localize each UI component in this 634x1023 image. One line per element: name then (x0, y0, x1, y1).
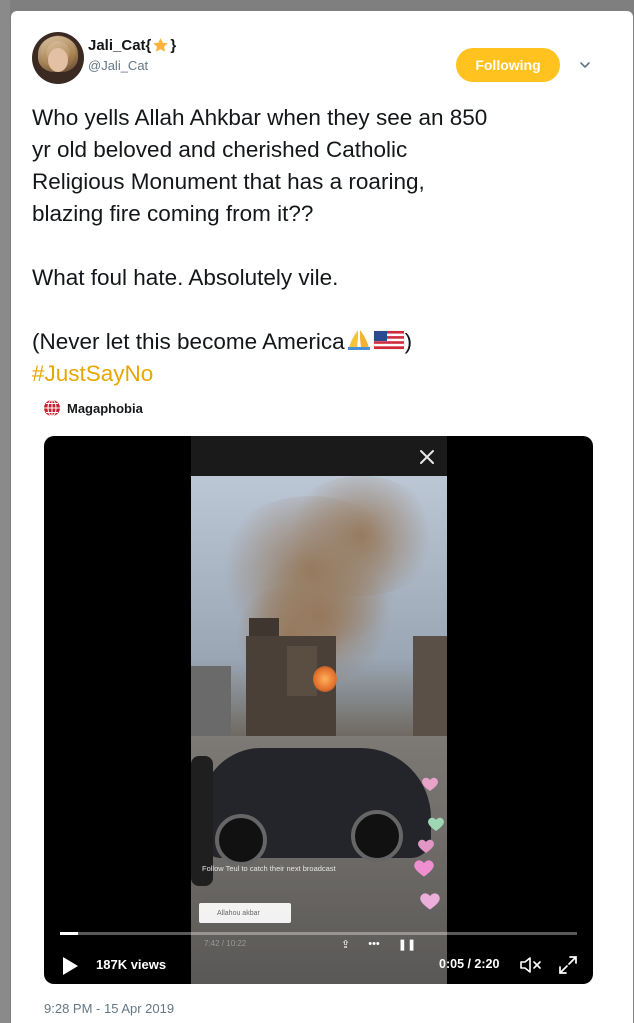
more-dots-icon: ••• (368, 938, 380, 950)
tweet-line-america: (Never let this become America ) (32, 326, 602, 358)
mute-icon[interactable] (519, 954, 543, 976)
display-name-suffix: } (170, 37, 177, 54)
tweet-line: yr old beloved and cherished Catholic (32, 137, 408, 162)
inner-chat-message: Allahou akbar (199, 903, 291, 923)
tweet-line: Who yells Allah Ahkbar when they see an … (32, 105, 488, 130)
inner-controls: ⇪ ••• ❚❚ (341, 938, 416, 951)
video-player[interactable]: Follow Teul to catch their next broadcas… (44, 436, 593, 984)
video-progress-bar[interactable] (60, 932, 577, 935)
display-name[interactable]: Jali_Cat{ } (88, 37, 176, 54)
video-time: 0:05 / 2:20 (439, 957, 500, 971)
fire (313, 666, 337, 692)
display-name-text: Jali_Cat{ (88, 37, 152, 54)
heart-icon (422, 777, 438, 791)
star-emoji-icon (153, 38, 169, 52)
inner-follow-note: Follow Teul to catch their next broadcas… (202, 864, 336, 873)
praying-hands-emoji-icon (347, 330, 370, 350)
avatar[interactable] (32, 32, 84, 84)
close-icon[interactable] (418, 448, 436, 466)
video-frame (191, 436, 447, 984)
view-count: 187K views (96, 957, 167, 972)
pause-icon: ❚❚ (397, 939, 417, 951)
tweet-line: Religious Monument that has a roaring, (32, 169, 425, 194)
heart-icon (428, 817, 444, 831)
heart-icon (420, 893, 440, 910)
avatar-face (48, 48, 68, 72)
media-source[interactable]: Magaphobia (43, 399, 143, 417)
chevron-down-icon[interactable] (578, 58, 592, 72)
fullscreen-icon[interactable] (556, 953, 580, 977)
play-icon[interactable] (60, 955, 80, 977)
heart-icon (418, 839, 434, 853)
inner-time-readout: 7:42 / 10:22 (204, 939, 247, 948)
hashtag-link[interactable]: #JustSayNo (32, 358, 602, 390)
share-icon: ⇪ (341, 939, 351, 951)
tweet-timestamp[interactable]: 9:28 PM - 15 Apr 2019 (44, 1001, 174, 1016)
tweet-text: Who yells Allah Ahkbar when they see an … (32, 102, 602, 390)
video-progress-fill (60, 932, 79, 935)
tweet-line: blazing fire coming from it?? (32, 201, 314, 226)
source-name: Magaphobia (67, 400, 143, 416)
cathedral-tower (287, 646, 317, 696)
heart-icon (414, 860, 434, 877)
tweet-line-text: (Never let this become America (32, 329, 345, 354)
us-flag-emoji-icon (373, 330, 404, 350)
globe-icon (44, 399, 60, 417)
following-button[interactable]: Following (456, 48, 560, 82)
tweet-line-text-end: ) (404, 329, 413, 354)
user-handle[interactable]: @Jali_Cat (88, 58, 148, 73)
car (201, 748, 431, 866)
tweet-line: What foul hate. Absolutely vile. (32, 265, 339, 290)
background-timeline (0, 0, 10, 1023)
